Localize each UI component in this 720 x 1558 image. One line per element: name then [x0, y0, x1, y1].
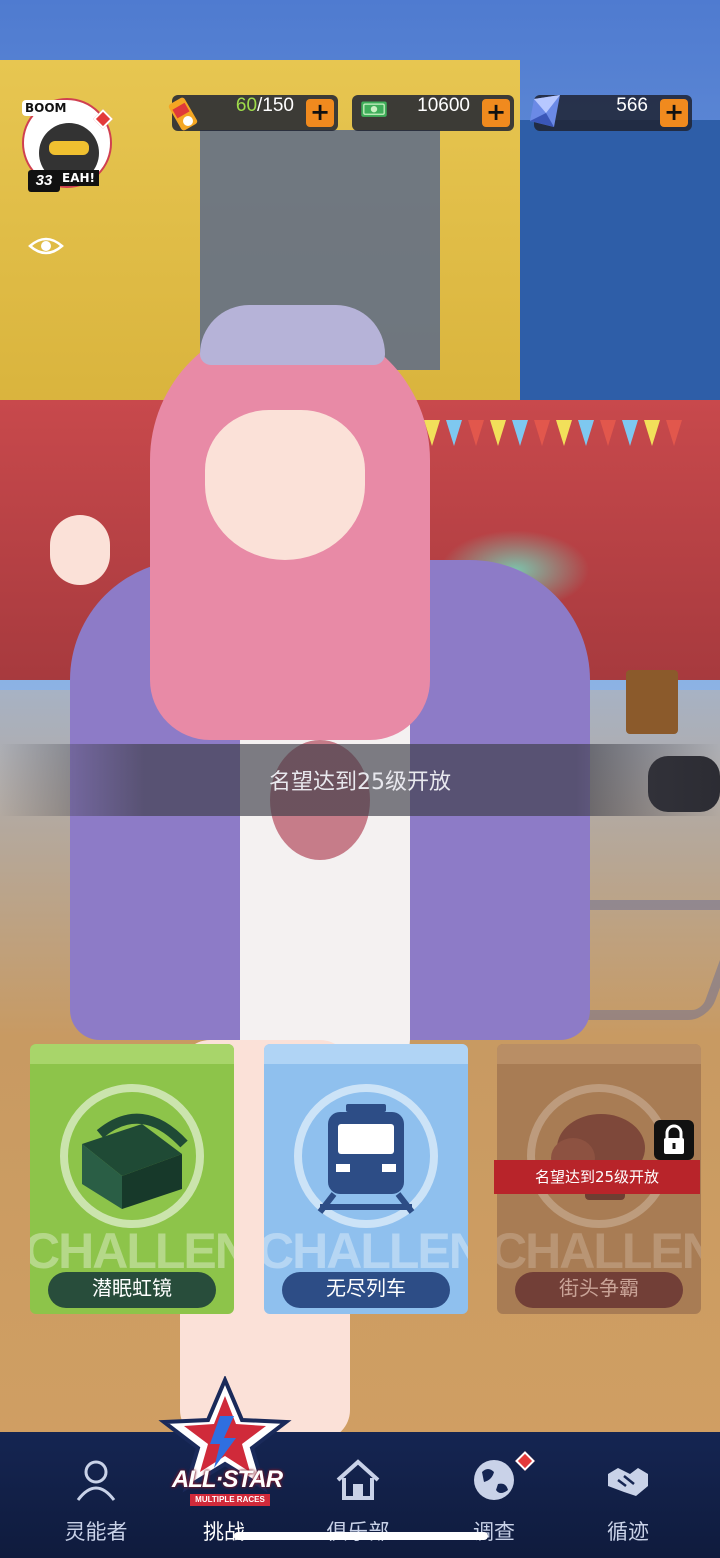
nav-label-psychics: 灵能者	[64, 1520, 128, 1544]
train-icon	[317, 1104, 415, 1214]
challenge-card-endless-train[interactable]: CHALLENGE 无尽列车	[264, 1044, 468, 1314]
character-fist	[50, 515, 110, 585]
card-top-band	[264, 1044, 468, 1064]
globe-icon	[474, 1460, 514, 1500]
wooden-crate	[626, 670, 678, 734]
unlock-banner-text: 名望达到25级开放	[269, 770, 451, 795]
card-label-dream-mirror: 潜眠虹镜	[48, 1272, 216, 1308]
nav-item-psychics[interactable]: 灵能者	[36, 1432, 156, 1558]
unlock-requirement-banner: 名望达到25级开放	[0, 744, 720, 816]
home-icon	[336, 1459, 380, 1500]
bunting-flags	[380, 420, 720, 480]
nav-label-challenge: 挑战	[203, 1520, 245, 1544]
eye-icon[interactable]	[28, 234, 64, 258]
stamina-value: 60/150	[235, 95, 294, 116]
challenge-card-dream-mirror[interactable]: CHALLENGE 潜眠虹镜	[30, 1044, 234, 1314]
blue-building	[520, 120, 720, 440]
card-top-band	[497, 1044, 701, 1064]
person-icon	[76, 1460, 116, 1501]
crystal-icon	[530, 95, 560, 127]
card-label-street-fight: 街头争霸	[515, 1272, 683, 1308]
handshake-icon	[608, 1468, 648, 1496]
lock-icon	[654, 1120, 694, 1160]
character-face	[205, 410, 365, 560]
cash-counter: 10600 +	[352, 95, 514, 131]
home-indicator[interactable]	[234, 1532, 488, 1540]
avatar-boom-sticker: BOOM	[22, 100, 70, 116]
investigate-alert-dot	[515, 1451, 535, 1471]
nav-label-club: 俱乐部	[298, 1516, 418, 1546]
allstar-title: ALL·STAR	[171, 1466, 283, 1493]
crystal-counter: 566 +	[530, 95, 692, 131]
avatar-yeah-sticker: EAH!	[58, 170, 99, 186]
locked-requirement-tag: 名望达到25级开放	[494, 1160, 700, 1194]
cash-value: 10600	[417, 95, 470, 116]
nav-label-trace: 循迹	[607, 1520, 649, 1544]
cash-icon	[361, 101, 387, 117]
allstar-subtitle: MULTIPLE RACES	[190, 1494, 270, 1506]
boxing-glove-icon	[551, 1114, 645, 1200]
crystal-value: 566	[616, 95, 648, 116]
vr-headset-icon	[82, 1113, 188, 1209]
add-stamina-button[interactable]: +	[306, 99, 334, 127]
character-beanie	[200, 305, 385, 365]
nav-item-trace[interactable]: 循迹	[568, 1432, 688, 1558]
stamina-counter: 60/150 +	[168, 95, 338, 131]
card-label-endless-train: 无尽列车	[282, 1272, 450, 1308]
add-crystal-button[interactable]: +	[660, 99, 688, 127]
energy-drink-icon	[168, 97, 198, 131]
player-level: 33	[28, 170, 60, 192]
add-cash-button[interactable]: +	[482, 99, 510, 127]
card-top-band	[30, 1044, 234, 1064]
nav-label-investigate: 调查	[473, 1520, 515, 1544]
